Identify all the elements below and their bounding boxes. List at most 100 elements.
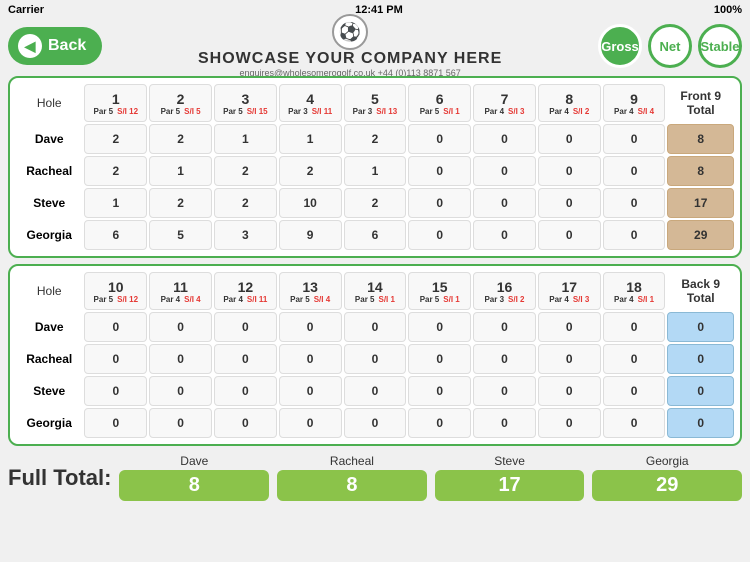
carrier-label: Carrier [8, 4, 44, 16]
player-name-racheal: Racheal [16, 156, 82, 186]
company-name: SHOWCASE YOUR COMPANY HERE [198, 50, 502, 68]
back9-score-steve-hole-10[interactable]: 0 [84, 376, 147, 406]
front9-score-dave-hole-5[interactable]: 2 [344, 124, 407, 154]
racheal-total-value: 8 [277, 470, 427, 501]
back9-score-steve-hole-16[interactable]: 0 [473, 376, 536, 406]
back9-score-dave-hole-16[interactable]: 0 [473, 312, 536, 342]
front9-score-dave-hole-7[interactable]: 0 [473, 124, 536, 154]
back9-score-steve-hole-12[interactable]: 0 [214, 376, 277, 406]
hole-14-header: 14 Par 5S/I 1 [344, 272, 407, 310]
hole-5-header: 5 Par 3S/I 13 [344, 84, 407, 122]
back9-score-steve-hole-17[interactable]: 0 [538, 376, 601, 406]
back9-score-racheal-hole-18[interactable]: 0 [603, 344, 666, 374]
front9-row-racheal: Racheal2122100008 [16, 156, 734, 186]
hole-17-header: 17 Par 4S/I 3 [538, 272, 601, 310]
front9-score-dave-hole-3[interactable]: 1 [214, 124, 277, 154]
back9-score-steve-hole-13[interactable]: 0 [279, 376, 342, 406]
back9-score-dave-hole-17[interactable]: 0 [538, 312, 601, 342]
back9-score-georgia-hole-17[interactable]: 0 [538, 408, 601, 438]
front9-score-steve-hole-2[interactable]: 2 [149, 188, 212, 218]
front9-score-dave-hole-6[interactable]: 0 [408, 124, 471, 154]
player-name-steve: Steve [16, 188, 82, 218]
back9-score-racheal-hole-13[interactable]: 0 [279, 344, 342, 374]
back9-score-dave-hole-13[interactable]: 0 [279, 312, 342, 342]
hole-header-label: Hole [16, 84, 82, 122]
back9-score-dave-hole-15[interactable]: 0 [408, 312, 471, 342]
front9-score-racheal-hole-1[interactable]: 2 [84, 156, 147, 186]
front9-score-georgia-hole-3[interactable]: 3 [214, 220, 277, 250]
front9-score-steve-hole-4[interactable]: 10 [279, 188, 342, 218]
back9-score-georgia-hole-15[interactable]: 0 [408, 408, 471, 438]
front9-section: Hole 1 Par 5S/I 12 2 Par 5S/I 5 3 Par 5S… [8, 76, 742, 258]
back9-score-dave-hole-10[interactable]: 0 [84, 312, 147, 342]
back9-score-georgia-hole-11[interactable]: 0 [149, 408, 212, 438]
front9-score-georgia-hole-7[interactable]: 0 [473, 220, 536, 250]
back9-score-steve-hole-18[interactable]: 0 [603, 376, 666, 406]
front9-score-georgia-hole-9[interactable]: 0 [603, 220, 666, 250]
back9-score-georgia-hole-18[interactable]: 0 [603, 408, 666, 438]
front9-score-racheal-hole-3[interactable]: 2 [214, 156, 277, 186]
front9-total-georgia: 29 [667, 220, 734, 250]
front9-score-georgia-hole-2[interactable]: 5 [149, 220, 212, 250]
back9-table: Hole 10 Par 5S/I 12 11 Par 4S/I 4 12 Par… [14, 270, 736, 440]
front9-score-georgia-hole-8[interactable]: 0 [538, 220, 601, 250]
back9-score-steve-hole-11[interactable]: 0 [149, 376, 212, 406]
back9-score-georgia-hole-12[interactable]: 0 [214, 408, 277, 438]
front9-score-georgia-hole-6[interactable]: 0 [408, 220, 471, 250]
front9-score-steve-hole-5[interactable]: 2 [344, 188, 407, 218]
back9-score-racheal-hole-17[interactable]: 0 [538, 344, 601, 374]
full-total-section: Full Total: Dave 8 Racheal 8 Steve 17 Ge… [0, 450, 750, 505]
back9-score-steve-hole-14[interactable]: 0 [344, 376, 407, 406]
back9-score-racheal-hole-10[interactable]: 0 [84, 344, 147, 374]
front9-score-racheal-hole-2[interactable]: 1 [149, 156, 212, 186]
player-name-dave: Dave [16, 124, 82, 154]
front9-score-georgia-hole-4[interactable]: 9 [279, 220, 342, 250]
back9-row-dave: Dave0000000000 [16, 312, 734, 342]
hole-16-header: 16 Par 3S/I 2 [473, 272, 536, 310]
front9-score-racheal-hole-9[interactable]: 0 [603, 156, 666, 186]
hole-1-header: 1 Par 5S/I 12 [84, 84, 147, 122]
hole-4-header: 4 Par 3S/I 11 [279, 84, 342, 122]
front9-score-steve-hole-6[interactable]: 0 [408, 188, 471, 218]
back-button[interactable]: ◀ Back [8, 27, 102, 65]
front9-score-racheal-hole-4[interactable]: 2 [279, 156, 342, 186]
front9-score-dave-hole-1[interactable]: 2 [84, 124, 147, 154]
back9-score-georgia-hole-14[interactable]: 0 [344, 408, 407, 438]
front9-score-racheal-hole-8[interactable]: 0 [538, 156, 601, 186]
back9-score-racheal-hole-11[interactable]: 0 [149, 344, 212, 374]
back9-score-georgia-hole-16[interactable]: 0 [473, 408, 536, 438]
back9-score-dave-hole-11[interactable]: 0 [149, 312, 212, 342]
front9-score-racheal-hole-7[interactable]: 0 [473, 156, 536, 186]
back9-score-steve-hole-15[interactable]: 0 [408, 376, 471, 406]
back9-total-racheal: 0 [667, 344, 734, 374]
back9-score-dave-hole-14[interactable]: 0 [344, 312, 407, 342]
stable-button[interactable]: Stable [698, 24, 742, 68]
back9-score-racheal-hole-15[interactable]: 0 [408, 344, 471, 374]
back9-score-racheal-hole-12[interactable]: 0 [214, 344, 277, 374]
front9-score-steve-hole-7[interactable]: 0 [473, 188, 536, 218]
front9-score-racheal-hole-6[interactable]: 0 [408, 156, 471, 186]
back9-score-georgia-hole-10[interactable]: 0 [84, 408, 147, 438]
front9-score-georgia-hole-5[interactable]: 6 [344, 220, 407, 250]
net-button[interactable]: Net [648, 24, 692, 68]
georgia-total-col: Georgia 29 [592, 454, 742, 501]
front9-score-dave-hole-9[interactable]: 0 [603, 124, 666, 154]
front9-score-steve-hole-1[interactable]: 1 [84, 188, 147, 218]
georgia-total-name: Georgia [646, 454, 689, 468]
front9-score-steve-hole-3[interactable]: 2 [214, 188, 277, 218]
front9-score-dave-hole-2[interactable]: 2 [149, 124, 212, 154]
back9-score-racheal-hole-14[interactable]: 0 [344, 344, 407, 374]
back-label: Back [48, 37, 86, 55]
back9-score-georgia-hole-13[interactable]: 0 [279, 408, 342, 438]
back9-score-racheal-hole-16[interactable]: 0 [473, 344, 536, 374]
dave-total-col: Dave 8 [119, 454, 269, 501]
front9-score-georgia-hole-1[interactable]: 6 [84, 220, 147, 250]
front9-score-dave-hole-4[interactable]: 1 [279, 124, 342, 154]
front9-score-racheal-hole-5[interactable]: 1 [344, 156, 407, 186]
front9-score-steve-hole-9[interactable]: 0 [603, 188, 666, 218]
front9-score-dave-hole-8[interactable]: 0 [538, 124, 601, 154]
back9-score-dave-hole-18[interactable]: 0 [603, 312, 666, 342]
gross-button[interactable]: Gross [598, 24, 642, 68]
back9-score-dave-hole-12[interactable]: 0 [214, 312, 277, 342]
front9-score-steve-hole-8[interactable]: 0 [538, 188, 601, 218]
